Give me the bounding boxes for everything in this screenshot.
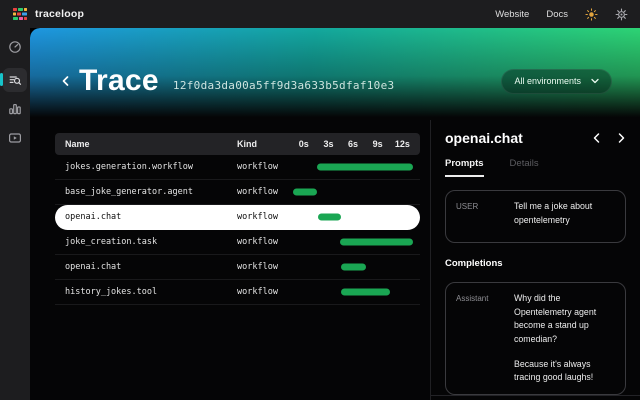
table-row[interactable]: history_jokes.toolworkflow	[55, 280, 420, 305]
completions-section: AssistantWhy did the Opentelemetry agent…	[445, 269, 626, 395]
table-header: Name Kind 0s 3s 6s 9s 12s	[55, 133, 420, 155]
timeline-track	[292, 180, 420, 204]
sidebar-item-dashboard[interactable]	[3, 35, 27, 59]
message-text: Why did the Opentelemetry agent become a…	[514, 292, 615, 385]
axis-tick: 9s	[373, 139, 383, 149]
column-header-name: Name	[55, 139, 237, 149]
message-paragraph: Because it's always tracing good laughs!	[514, 358, 615, 385]
message-paragraph: Why did the Opentelemetry agent become a…	[514, 292, 615, 347]
completions-heading: Completions	[445, 258, 626, 269]
span-kind: workflow	[237, 237, 292, 247]
timeline-track	[292, 255, 420, 279]
message-role: USER	[456, 200, 506, 233]
table-row[interactable]: openai.chatworkflow	[55, 205, 420, 230]
table-body: jokes.generation.workflowworkflowbase_jo…	[55, 155, 420, 305]
span-name: base_joke_generator.agent	[55, 187, 237, 197]
docs-link[interactable]: Docs	[546, 9, 568, 20]
tab-details[interactable]: Details	[510, 158, 539, 177]
video-player-icon	[8, 131, 22, 145]
brand-home-link[interactable]: traceloop	[12, 7, 84, 21]
sun-icon[interactable]	[585, 8, 598, 21]
message-role: Assistant	[456, 292, 506, 385]
message-paragraph: Tell me a joke about opentelemetry	[514, 200, 615, 227]
axis-tick: 12s	[395, 139, 410, 149]
website-link[interactable]: Website	[495, 9, 529, 20]
span-name: jokes.generation.workflow	[55, 162, 237, 172]
trace-header: Trace 12f0da3da00a5ff9d3a633b5dfaf10e3 A…	[30, 28, 640, 120]
span-name: joke_creation.task	[55, 237, 237, 247]
environment-dropdown-label: All environments	[514, 76, 581, 86]
duration-bar	[341, 289, 389, 296]
duration-bar	[317, 164, 414, 171]
message-box: USER Tell me a joke about opentelemetry	[445, 190, 626, 243]
timeline-axis: 0s 3s 6s 9s 12s	[292, 133, 420, 155]
span-name: openai.chat	[55, 262, 237, 272]
message-box: AssistantWhy did the Opentelemetry agent…	[445, 282, 626, 395]
detail-footer: Export Refine	[431, 395, 640, 400]
table-row[interactable]: joke_creation.taskworkflow	[55, 230, 420, 255]
timeline-track	[292, 205, 420, 229]
column-header-kind: Kind	[237, 139, 292, 149]
brand-label: traceloop	[35, 8, 84, 20]
chevron-right-icon	[617, 132, 626, 144]
bar-chart-icon	[8, 102, 22, 116]
span-name: openai.chat	[55, 212, 237, 222]
sidebar-item-traces[interactable]	[3, 68, 27, 92]
chevron-left-icon	[592, 132, 601, 144]
axis-tick: 3s	[323, 139, 333, 149]
topbar: traceloop Website Docs	[0, 0, 640, 28]
detail-tabs: Prompts Details	[445, 158, 626, 177]
duration-bar	[341, 264, 366, 271]
next-span-button[interactable]	[617, 132, 626, 144]
timeline-track	[292, 230, 420, 254]
span-title: openai.chat	[445, 130, 523, 146]
environment-dropdown[interactable]: All environments	[501, 69, 612, 94]
topbar-right: Website Docs	[495, 8, 628, 21]
gauge-icon	[8, 40, 22, 54]
span-kind: workflow	[237, 262, 292, 272]
span-name: history_jokes.tool	[55, 287, 237, 297]
traceloop-logo-icon	[12, 7, 28, 21]
app-window: traceloop Website Docs	[0, 0, 640, 400]
span-kind: workflow	[237, 287, 292, 297]
main-panel: Trace 12f0da3da00a5ff9d3a633b5dfaf10e3 A…	[30, 28, 640, 400]
sidebar-item-demos[interactable]	[3, 126, 27, 150]
sidebar-item-analytics[interactable]	[3, 97, 27, 121]
span-navigation	[592, 132, 626, 144]
duration-bar	[293, 189, 317, 196]
spans-table: Name Kind 0s 3s 6s 9s 12s jokes.generation.w…	[30, 120, 430, 400]
duration-bar	[318, 214, 342, 221]
span-kind: workflow	[237, 187, 292, 197]
page-title: Trace	[79, 64, 159, 98]
timeline-track	[292, 155, 420, 179]
timeline-track	[292, 280, 420, 304]
duration-bar	[340, 239, 413, 246]
detail-panel: openai.chat	[430, 120, 640, 400]
table-row[interactable]: openai.chatworkflow	[55, 255, 420, 280]
tab-prompts[interactable]: Prompts	[445, 158, 484, 177]
axis-tick: 0s	[299, 139, 309, 149]
message-text: Tell me a joke about opentelemetry	[514, 200, 615, 233]
trace-search-icon	[8, 73, 22, 87]
previous-span-button[interactable]	[592, 132, 601, 144]
span-kind: workflow	[237, 162, 292, 172]
table-row[interactable]: base_joke_generator.agentworkflow	[55, 180, 420, 205]
axis-tick: 6s	[348, 139, 358, 149]
prompts-section: USER Tell me a joke about opentelemetry	[445, 177, 626, 243]
sidebar	[0, 28, 30, 400]
back-button[interactable]	[60, 74, 71, 88]
gear-icon[interactable]	[615, 8, 628, 21]
table-row[interactable]: jokes.generation.workflowworkflow	[55, 155, 420, 180]
trace-id: 12f0da3da00a5ff9d3a633b5dfaf10e3	[173, 71, 395, 92]
chevron-left-icon	[60, 74, 71, 88]
span-kind: workflow	[237, 212, 292, 222]
chevron-down-icon	[591, 78, 599, 84]
